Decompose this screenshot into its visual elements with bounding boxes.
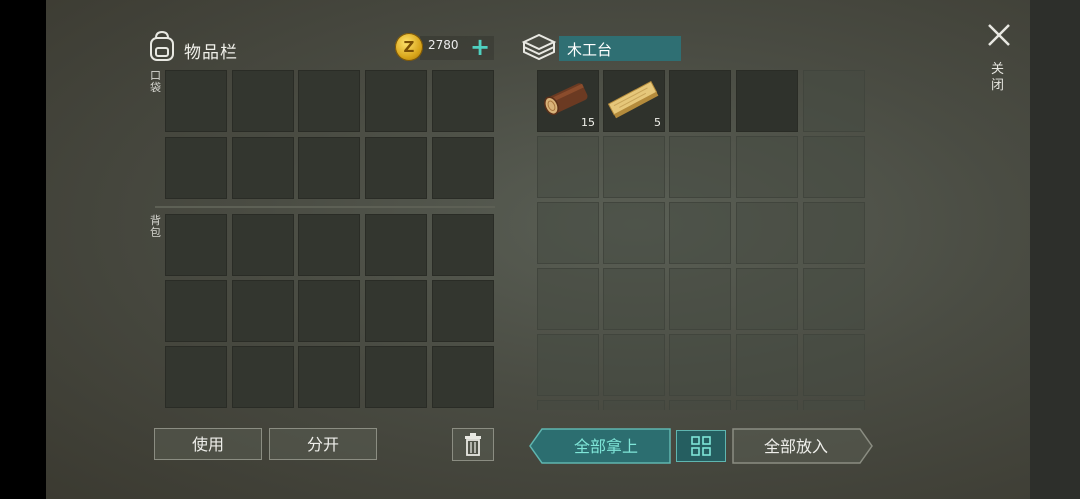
container-slot[interactable]	[803, 334, 865, 396]
inventory-title: 物品栏	[184, 43, 238, 63]
close-icon[interactable]	[986, 22, 1012, 48]
container-grid: 15 5	[535, 68, 867, 410]
backpack-label: 背包	[150, 214, 161, 239]
container-slot[interactable]	[803, 70, 865, 132]
pocket-slot[interactable]	[365, 70, 427, 132]
container-slot[interactable]	[736, 268, 798, 330]
close-label[interactable]: 关闭	[991, 62, 1007, 94]
backpack-slot[interactable]	[232, 280, 294, 342]
container-slot[interactable]	[736, 70, 798, 132]
item-quantity: 15	[581, 116, 595, 129]
grid-icon	[691, 436, 711, 456]
screen-bezel-left	[0, 0, 46, 499]
backpack-slot[interactable]	[432, 346, 494, 408]
container-slot[interactable]	[803, 136, 865, 198]
backpack-slot[interactable]	[298, 346, 360, 408]
backpack-slot[interactable]	[365, 346, 427, 408]
container-slot[interactable]	[736, 334, 798, 396]
item-quantity: 5	[654, 116, 661, 129]
pocket-slot[interactable]	[298, 70, 360, 132]
plank-icon	[607, 80, 659, 119]
backpack-slot[interactable]	[298, 280, 360, 342]
backpack-slot[interactable]	[165, 280, 227, 342]
put-all-button[interactable]: 全部放入	[732, 428, 874, 464]
put-all-label: 全部放入	[764, 437, 828, 456]
backpack-slot[interactable]	[365, 214, 427, 276]
container-slot[interactable]	[537, 334, 599, 396]
log-icon	[544, 83, 588, 116]
split-button[interactable]: 分开	[269, 428, 377, 460]
take-all-button[interactable]: 全部拿上	[528, 428, 672, 464]
pocket-slot[interactable]	[165, 70, 227, 132]
backpack-slot[interactable]	[165, 214, 227, 276]
add-coins-button[interactable]: +	[466, 35, 494, 60]
container-slot[interactable]	[537, 202, 599, 264]
backpack-slot[interactable]	[365, 280, 427, 342]
container-slot[interactable]	[669, 334, 731, 396]
container-title: 木工台	[567, 41, 613, 59]
container-slot[interactable]	[603, 268, 665, 330]
pocket-slot[interactable]	[232, 70, 294, 132]
container-slot[interactable]	[669, 268, 731, 330]
pocket-slot[interactable]	[232, 137, 294, 199]
container-slot[interactable]	[803, 268, 865, 330]
workbench-box-icon	[521, 33, 557, 61]
screen-bezel-right	[1030, 0, 1080, 499]
backpack-slot[interactable]	[298, 214, 360, 276]
pocket-slot[interactable]	[298, 137, 360, 199]
container-slot[interactable]: 5	[603, 70, 665, 132]
take-all-label: 全部拿上	[574, 437, 638, 456]
discard-button[interactable]	[452, 428, 494, 461]
container-slot[interactable]	[669, 400, 731, 410]
container-slot[interactable]	[603, 202, 665, 264]
section-divider	[155, 206, 495, 208]
backpack-slot[interactable]	[432, 280, 494, 342]
pocket-slot[interactable]	[432, 70, 494, 132]
pocket-slot[interactable]	[365, 137, 427, 199]
trash-icon	[465, 433, 481, 456]
container-slot[interactable]	[803, 400, 865, 410]
sort-button[interactable]	[676, 430, 726, 462]
container-slot[interactable]	[537, 136, 599, 198]
coin-icon: Z	[395, 33, 423, 61]
container-slot[interactable]	[803, 202, 865, 264]
container-slot[interactable]	[736, 136, 798, 198]
pocket-slot[interactable]	[165, 137, 227, 199]
coin-count: 2780	[428, 38, 459, 52]
container-slot[interactable]	[537, 400, 599, 410]
container-slot[interactable]	[669, 202, 731, 264]
container-title-bar: 木工台	[559, 36, 681, 61]
container-slot[interactable]	[736, 202, 798, 264]
pocket-label: 口袋	[150, 69, 161, 94]
container-slot[interactable]	[669, 70, 731, 132]
container-slot[interactable]	[537, 268, 599, 330]
use-button[interactable]: 使用	[154, 428, 262, 460]
backpack-slot[interactable]	[232, 346, 294, 408]
backpack-slot[interactable]	[165, 346, 227, 408]
container-slot[interactable]	[603, 136, 665, 198]
container-slot[interactable]	[603, 400, 665, 410]
container-slot[interactable]: 15	[537, 70, 599, 132]
backpack-icon	[150, 30, 174, 61]
backpack-slot[interactable]	[232, 214, 294, 276]
container-slot[interactable]	[669, 136, 731, 198]
backpack-slot[interactable]	[432, 214, 494, 276]
container-slot[interactable]	[603, 334, 665, 396]
pocket-slot[interactable]	[432, 137, 494, 199]
container-slot[interactable]	[736, 400, 798, 410]
